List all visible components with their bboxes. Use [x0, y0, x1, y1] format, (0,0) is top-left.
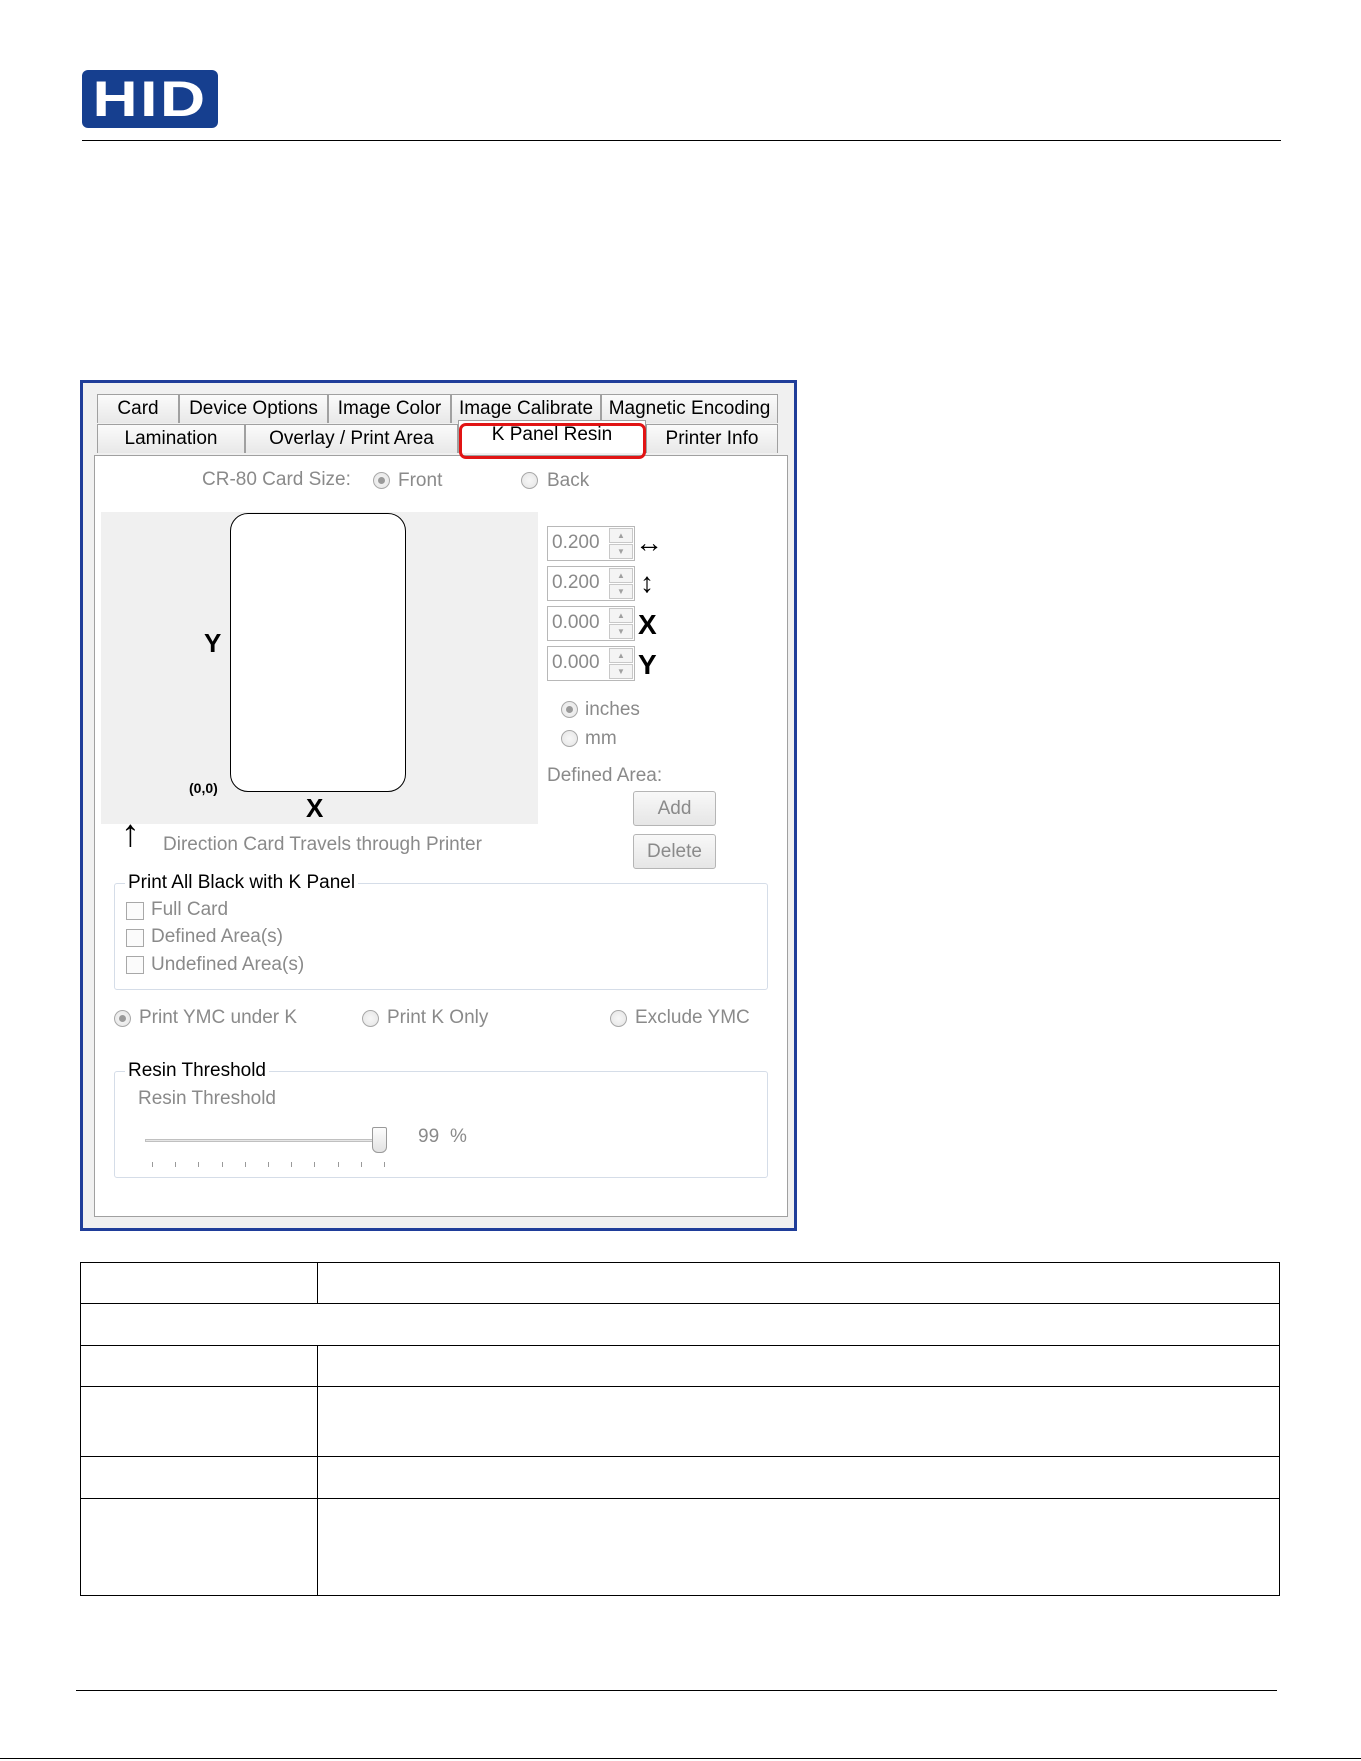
tab-overlay-print-area[interactable]: Overlay / Print Area: [245, 424, 458, 453]
tab-card[interactable]: Card: [97, 394, 179, 423]
tab-image-color[interactable]: Image Color: [328, 394, 451, 423]
slider-tick: [337, 1162, 339, 1167]
resin-threshold-label: Resin Threshold: [138, 1088, 277, 1109]
tab-printer-info[interactable]: Printer Info: [646, 424, 778, 453]
table-row: [80, 1303, 1280, 1346]
front-radio[interactable]: [373, 472, 390, 489]
defined-areas-label: Defined Area(s): [151, 926, 284, 947]
print-black-title: Print All Black with K Panel: [125, 872, 359, 894]
undefined-areas-checkbox[interactable]: [126, 956, 144, 974]
card-size-label: CR-80 Card Size:: [202, 469, 351, 490]
direction-arrow-icon: ↑: [121, 813, 140, 855]
height-spinner[interactable]: 0.200 ▲ ▼: [547, 566, 635, 601]
y-offset-icon: Y: [638, 649, 657, 680]
origin-label: (0,0): [189, 780, 218, 796]
resin-unit: %: [450, 1126, 467, 1147]
footer-rule: [76, 1690, 1277, 1691]
card-outline: [230, 513, 406, 792]
height-arrows-icon: ↕: [640, 567, 654, 598]
table-row: [80, 1456, 1280, 1499]
print-k-only-label: Print K Only: [387, 1007, 489, 1028]
x-axis-label: X: [306, 793, 324, 823]
resin-value: 99: [418, 1126, 440, 1147]
hid-logo: HID: [82, 70, 218, 128]
header-rule: [82, 140, 1281, 141]
active-tab-highlight: [459, 423, 646, 459]
slider-tick: [152, 1162, 153, 1167]
tab-magnetic-encoding[interactable]: Magnetic Encoding: [601, 394, 778, 423]
slider-tick: [175, 1162, 177, 1167]
exclude-ymc-radio[interactable]: [610, 1010, 627, 1027]
resin-threshold-title: Resin Threshold: [125, 1060, 270, 1082]
table-row: [80, 1261, 1280, 1305]
tab-image-calibrate[interactable]: Image Calibrate: [451, 394, 601, 423]
tab-lamination[interactable]: Lamination: [97, 424, 245, 453]
exclude-ymc-label: Exclude YMC: [635, 1007, 750, 1028]
slider-tick: [360, 1162, 362, 1167]
inches-radio[interactable]: [561, 701, 578, 718]
print-ymc-under-k-label: Print YMC under K: [139, 1007, 298, 1028]
mm-label: mm: [585, 728, 617, 749]
delete-button[interactable]: Delete: [633, 834, 716, 869]
description-table: [80, 1261, 1280, 1597]
width-arrows-icon: ↔: [635, 527, 663, 558]
slider-tick: [244, 1162, 246, 1167]
slider-tick: [314, 1162, 316, 1167]
back-radio[interactable]: [521, 472, 538, 489]
inches-label: inches: [585, 699, 640, 720]
back-label: Back: [547, 470, 590, 491]
table-row: [80, 1386, 1280, 1458]
y-axis-label: Y: [204, 628, 222, 658]
y-offset-spinner[interactable]: 0.000 ▲ ▼: [547, 646, 635, 681]
slider-tick: [268, 1162, 269, 1167]
undefined-areas-label: Undefined Area(s): [151, 954, 305, 975]
print-k-only-radio[interactable]: [362, 1010, 379, 1027]
direction-label: Direction Card Travels through Printer: [163, 834, 482, 855]
x-offset-icon: X: [638, 609, 657, 640]
front-label: Front: [398, 470, 443, 491]
slider-tick: [221, 1162, 223, 1167]
resin-slider-track[interactable]: [145, 1139, 383, 1142]
defined-area-label: Defined Area:: [547, 765, 663, 786]
bottom-rule: [0, 1758, 1361, 1759]
resin-slider-thumb[interactable]: [371, 1127, 387, 1153]
defined-areas-checkbox[interactable]: [126, 929, 144, 947]
print-ymc-under-k-radio[interactable]: [114, 1010, 131, 1027]
table-row: [80, 1497, 1280, 1597]
table-row: [80, 1344, 1280, 1388]
add-button[interactable]: Add: [633, 791, 716, 826]
width-spinner[interactable]: 0.200 ▲ ▼: [547, 526, 635, 561]
tab-device-options[interactable]: Device Options: [179, 394, 328, 423]
x-offset-spinner[interactable]: 0.000 ▲ ▼: [547, 606, 635, 641]
slider-tick: [291, 1162, 293, 1167]
full-card-checkbox[interactable]: [126, 902, 144, 920]
full-card-label: Full Card: [151, 899, 229, 920]
slider-tick: [384, 1162, 385, 1167]
slider-tick: [198, 1162, 200, 1167]
mm-radio[interactable]: [561, 730, 578, 747]
